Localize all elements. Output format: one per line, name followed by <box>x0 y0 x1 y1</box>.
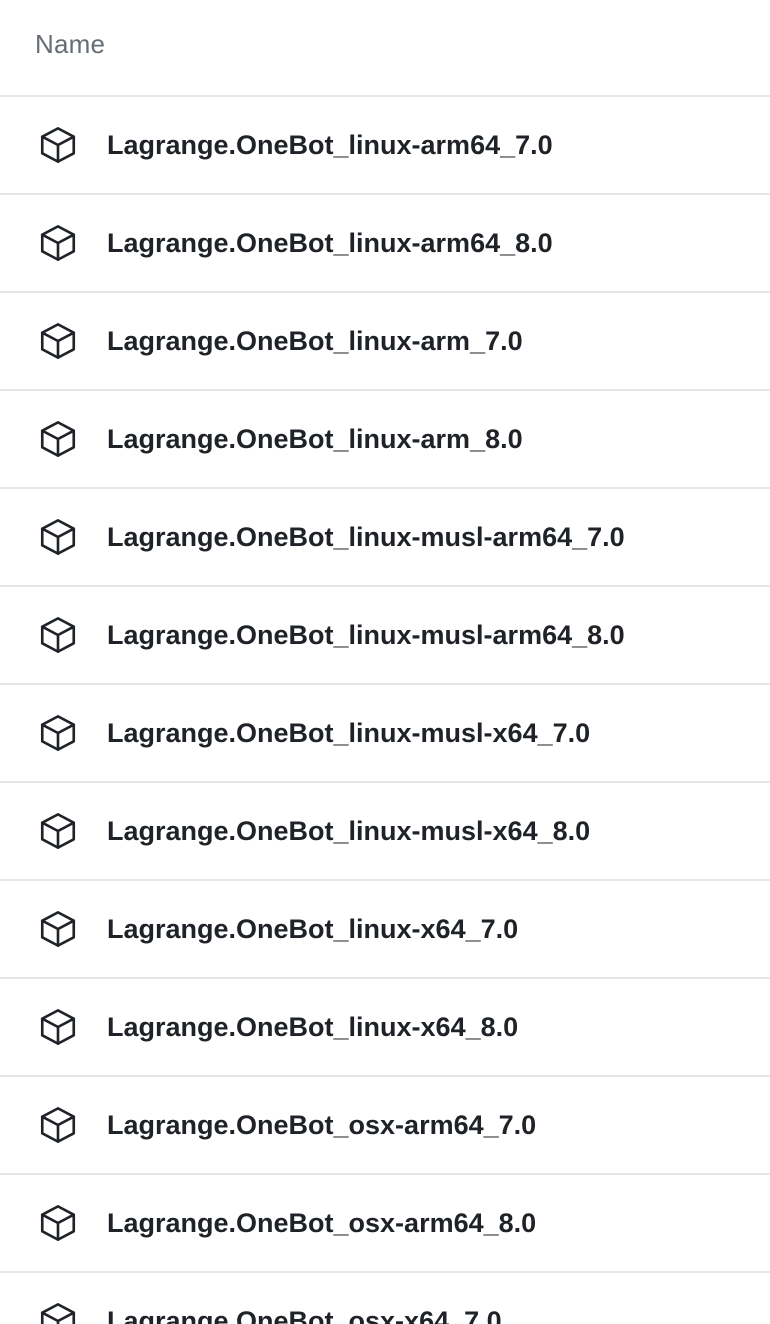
package-icon <box>37 906 79 952</box>
package-icon <box>37 514 79 560</box>
artifact-name-link[interactable]: Lagrange.OneBot_linux-musl-x64_8.0 <box>107 816 590 847</box>
artifact-name-link[interactable]: Lagrange.OneBot_osx-arm64_7.0 <box>107 1110 536 1141</box>
table-row[interactable]: Lagrange.OneBot_osx-arm64_7.0 <box>0 1077 770 1175</box>
package-icon <box>37 808 79 854</box>
package-icon <box>37 416 79 462</box>
package-icon <box>37 318 79 364</box>
table-row[interactable]: Lagrange.OneBot_linux-musl-arm64_8.0 <box>0 587 770 685</box>
table-row[interactable]: Lagrange.OneBot_linux-arm_7.0 <box>0 293 770 391</box>
package-icon <box>37 122 79 168</box>
artifact-name-link[interactable]: Lagrange.OneBot_linux-musl-arm64_7.0 <box>107 522 625 553</box>
table-body: Lagrange.OneBot_linux-arm64_7.0 Lagrange… <box>0 97 770 1324</box>
table-row[interactable]: Lagrange.OneBot_linux-arm64_7.0 <box>0 97 770 195</box>
package-icon <box>37 1102 79 1148</box>
artifact-name-link[interactable]: Lagrange.OneBot_osx-arm64_8.0 <box>107 1208 536 1239</box>
artifacts-table: Name Lagrange.OneBot_linux-arm64_7.0 Lag… <box>0 0 770 1324</box>
table-row[interactable]: Lagrange.OneBot_osx-arm64_8.0 <box>0 1175 770 1273</box>
artifact-name-link[interactable]: Lagrange.OneBot_linux-x64_8.0 <box>107 1012 518 1043</box>
name-column-header: Name <box>35 29 106 59</box>
artifact-name-link[interactable]: Lagrange.OneBot_linux-arm64_8.0 <box>107 228 553 259</box>
table-row[interactable]: Lagrange.OneBot_linux-arm64_8.0 <box>0 195 770 293</box>
table-row[interactable]: Lagrange.OneBot_linux-musl-x64_8.0 <box>0 783 770 881</box>
artifact-name-link[interactable]: Lagrange.OneBot_linux-arm_8.0 <box>107 424 523 455</box>
package-icon <box>37 1298 79 1324</box>
package-icon <box>37 1004 79 1050</box>
artifact-name-link[interactable]: Lagrange.OneBot_linux-arm_7.0 <box>107 326 523 357</box>
table-row[interactable]: Lagrange.OneBot_linux-arm_8.0 <box>0 391 770 489</box>
package-icon <box>37 220 79 266</box>
artifact-name-link[interactable]: Lagrange.OneBot_linux-x64_7.0 <box>107 914 518 945</box>
package-icon <box>37 1200 79 1246</box>
table-row[interactable]: Lagrange.OneBot_linux-x64_7.0 <box>0 881 770 979</box>
artifact-name-link[interactable]: Lagrange.OneBot_linux-musl-arm64_8.0 <box>107 620 625 651</box>
artifact-name-link[interactable]: Lagrange.OneBot_linux-arm64_7.0 <box>107 130 553 161</box>
table-row[interactable]: Lagrange.OneBot_linux-musl-x64_7.0 <box>0 685 770 783</box>
artifact-name-link[interactable]: Lagrange.OneBot_linux-musl-x64_7.0 <box>107 718 590 749</box>
table-row[interactable]: Lagrange.OneBot_osx-x64_7.0 <box>0 1273 770 1324</box>
package-icon <box>37 612 79 658</box>
package-icon <box>37 710 79 756</box>
table-row[interactable]: Lagrange.OneBot_linux-musl-arm64_7.0 <box>0 489 770 587</box>
table-header: Name <box>0 0 770 97</box>
artifact-name-link[interactable]: Lagrange.OneBot_osx-x64_7.0 <box>107 1306 502 1324</box>
table-row[interactable]: Lagrange.OneBot_linux-x64_8.0 <box>0 979 770 1077</box>
